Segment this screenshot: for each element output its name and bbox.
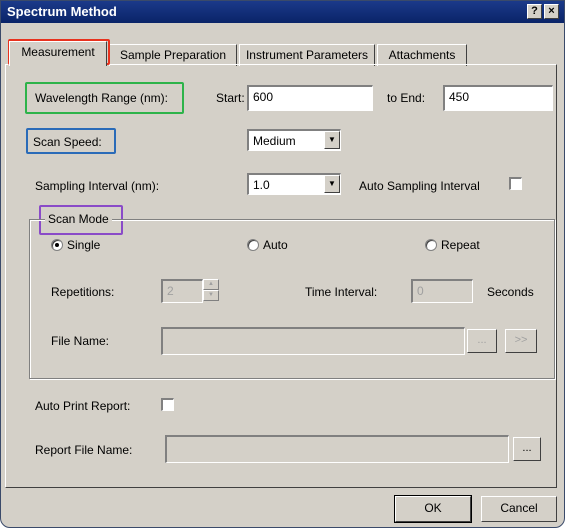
auto-print-report-checkbox[interactable] [161, 398, 174, 411]
seconds-label: Seconds [487, 285, 534, 299]
tab-attachments[interactable]: Attachments [377, 44, 467, 66]
spectrum-method-dialog: Spectrum Method ? × Measurement Sample P… [0, 0, 565, 528]
wavelength-range-label: Wavelength Range (nm): [35, 91, 168, 105]
report-file-name-input[interactable] [165, 435, 509, 463]
radio-auto[interactable] [247, 239, 259, 251]
time-interval-input[interactable]: 0 [411, 279, 473, 303]
tab-instrument-parameters[interactable]: Instrument Parameters [239, 44, 375, 66]
tab-sample-preparation[interactable]: Sample Preparation [109, 44, 237, 66]
file-name-input[interactable] [161, 327, 465, 355]
radio-single[interactable] [51, 239, 63, 251]
start-wavelength-input[interactable]: 600 [247, 85, 373, 111]
title-bar: Spectrum Method ? × [1, 1, 564, 23]
ok-button[interactable]: OK [394, 495, 472, 523]
start-label: Start: [216, 91, 245, 105]
repetitions-input[interactable]: 2 [161, 279, 203, 303]
cancel-button[interactable]: Cancel [481, 496, 557, 522]
close-button[interactable]: × [544, 4, 559, 19]
spin-down-icon[interactable]: ▼ [203, 290, 219, 301]
auto-sampling-interval-checkbox[interactable] [509, 177, 522, 190]
report-file-browse-button[interactable]: ... [513, 437, 541, 461]
chevron-down-icon[interactable]: ▼ [324, 131, 340, 149]
end-wavelength-input[interactable]: 450 [443, 85, 553, 111]
report-file-name-label: Report File Name: [35, 443, 133, 457]
tab-measurement[interactable]: Measurement [9, 41, 107, 66]
help-button[interactable]: ? [527, 4, 542, 19]
file-name-browse-button[interactable]: ... [467, 329, 497, 353]
radio-repeat[interactable] [425, 239, 437, 251]
end-label: to End: [387, 91, 426, 105]
radio-auto-label: Auto [263, 238, 288, 252]
radio-single-label: Single [67, 238, 101, 252]
file-name-label: File Name: [51, 334, 110, 348]
spin-up-icon[interactable]: ▲ [203, 279, 219, 290]
auto-sampling-interval-label: Auto Sampling Interval [359, 179, 480, 193]
chevron-down-icon[interactable]: ▼ [324, 175, 340, 193]
scan-mode-title: Scan Mode [45, 212, 112, 226]
scan-speed-select[interactable]: Medium ▼ [247, 129, 341, 151]
scan-speed-label: Scan Speed: [33, 135, 102, 149]
repetitions-label: Repetitions: [51, 285, 115, 299]
file-name-next-button[interactable]: >> [505, 329, 537, 353]
time-interval-label: Time Interval: [305, 285, 378, 299]
radio-repeat-label: Repeat [441, 238, 480, 252]
auto-print-report-label: Auto Print Report: [35, 399, 131, 413]
sampling-interval-select[interactable]: 1.0 ▼ [247, 173, 341, 195]
sampling-interval-value: 1.0 [253, 178, 270, 192]
repetitions-spinner[interactable]: ▲ ▼ [203, 279, 219, 303]
window-title: Spectrum Method [7, 4, 117, 19]
sampling-interval-label: Sampling Interval (nm): [35, 179, 160, 193]
scan-speed-value: Medium [253, 134, 296, 148]
